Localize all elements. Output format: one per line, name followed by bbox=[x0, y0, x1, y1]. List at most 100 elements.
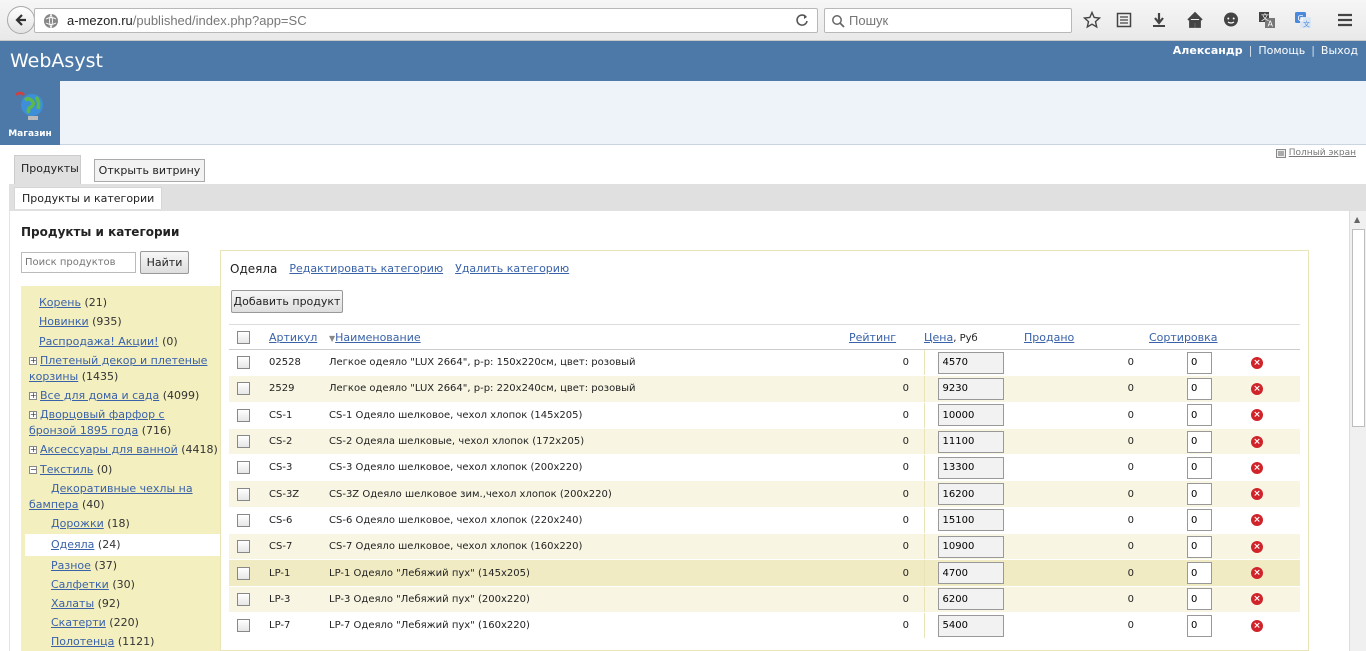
reload-icon[interactable] bbox=[795, 13, 809, 30]
row-checkbox[interactable] bbox=[237, 408, 250, 422]
tree-item-label[interactable]: Дорожки bbox=[51, 517, 104, 530]
row-checkbox[interactable] bbox=[237, 461, 250, 475]
price-input[interactable] bbox=[937, 430, 1004, 453]
url-bar[interactable]: a-mezon.ru/published/index.php?app=SC bbox=[34, 8, 818, 33]
back-button[interactable] bbox=[7, 6, 35, 34]
tree-item[interactable]: Полотенца (1121) bbox=[51, 634, 154, 650]
tree-item[interactable]: + Плетеный декор и плетеные корзины (1435… bbox=[29, 353, 209, 385]
delete-icon[interactable]: × bbox=[1251, 619, 1263, 632]
tree-item[interactable]: Разное (37) bbox=[51, 558, 117, 574]
chat-icon[interactable] bbox=[1221, 10, 1241, 30]
row-checkbox[interactable] bbox=[237, 540, 250, 554]
edit-category-link[interactable]: Редактировать категорию bbox=[289, 262, 443, 276]
download-icon[interactable] bbox=[1149, 10, 1169, 30]
tree-item-label[interactable]: Полотенца bbox=[51, 635, 114, 648]
price-input[interactable] bbox=[937, 456, 1004, 479]
tree-item-label[interactable]: Все для дома и сада bbox=[40, 389, 159, 402]
webasyst-logo[interactable]: WebAsyst bbox=[10, 50, 103, 72]
delete-icon[interactable]: × bbox=[1251, 514, 1263, 527]
sort-order-input[interactable] bbox=[1187, 377, 1212, 400]
tab-products[interactable]: Продукты bbox=[14, 155, 81, 184]
sort-order-input[interactable] bbox=[1187, 535, 1212, 558]
row-checkbox[interactable] bbox=[237, 566, 250, 580]
price-input[interactable] bbox=[937, 614, 1004, 637]
browser-search[interactable] bbox=[824, 8, 1072, 33]
sort-order-input[interactable] bbox=[1187, 509, 1212, 532]
tree-item-label[interactable]: Распродажа! Акции! bbox=[39, 335, 159, 348]
price-input[interactable] bbox=[937, 351, 1004, 374]
collapse-icon[interactable]: − bbox=[29, 466, 37, 474]
delete-icon[interactable]: × bbox=[1251, 382, 1263, 395]
name-column-header[interactable]: Наименование bbox=[335, 331, 420, 344]
select-all-checkbox[interactable] bbox=[237, 330, 250, 344]
delete-icon[interactable]: × bbox=[1251, 540, 1263, 553]
expand-icon[interactable]: + bbox=[29, 357, 37, 365]
price-input[interactable] bbox=[937, 483, 1004, 506]
search-button[interactable]: Найти bbox=[140, 251, 189, 274]
user-name-link[interactable]: Александр bbox=[1173, 44, 1243, 57]
sort-order-input[interactable] bbox=[1187, 430, 1212, 453]
tree-item-label[interactable]: Одеяла bbox=[51, 538, 94, 551]
tree-item-label[interactable]: Скатерти bbox=[51, 616, 106, 629]
delete-category-link[interactable]: Удалить категорию bbox=[455, 262, 569, 276]
tree-item[interactable]: Халаты (92) bbox=[51, 596, 120, 612]
tree-item[interactable]: Новинки (935) bbox=[39, 314, 122, 330]
rating-column-header[interactable]: Рейтинг bbox=[849, 331, 896, 344]
tree-item-label[interactable]: Новинки bbox=[39, 315, 89, 328]
subtab-products-categories[interactable]: Продукты и категории bbox=[14, 187, 163, 209]
row-checkbox[interactable] bbox=[237, 619, 250, 633]
delete-icon[interactable]: × bbox=[1251, 488, 1263, 501]
open-store-button[interactable]: Открыть витрину bbox=[94, 159, 205, 182]
tree-item[interactable]: Скатерти (220) bbox=[51, 615, 139, 631]
sort-order-input[interactable] bbox=[1187, 614, 1212, 637]
sort-order-input[interactable] bbox=[1187, 562, 1212, 585]
browser-search-input[interactable] bbox=[849, 13, 1049, 28]
tree-item[interactable]: Дорожки (18) bbox=[51, 516, 130, 532]
scroll-up-icon[interactable]: ▲ bbox=[1354, 215, 1360, 224]
row-checkbox[interactable] bbox=[237, 487, 250, 501]
price-input[interactable] bbox=[937, 404, 1004, 427]
sort-order-input[interactable] bbox=[1187, 588, 1212, 611]
page-scrollbar[interactable]: ▲ bbox=[1349, 211, 1366, 651]
row-checkbox[interactable] bbox=[237, 592, 250, 606]
tree-item[interactable]: − Текстиль (0) bbox=[29, 462, 112, 478]
scroll-thumb[interactable] bbox=[1352, 229, 1365, 427]
tree-item[interactable]: + Все для дома и сада (4099) bbox=[29, 388, 199, 404]
app-tile-store[interactable]: Магазин bbox=[0, 81, 60, 145]
price-column-header[interactable]: Цена bbox=[924, 331, 953, 344]
star-icon[interactable] bbox=[1082, 10, 1102, 30]
tree-item-label[interactable]: Халаты bbox=[51, 597, 94, 610]
delete-icon[interactable]: × bbox=[1251, 567, 1263, 580]
fullscreen-link[interactable]: Полный экран bbox=[1289, 148, 1356, 158]
product-search-input[interactable] bbox=[21, 252, 136, 273]
sort-column-header[interactable]: Сортировка bbox=[1149, 331, 1218, 344]
expand-icon[interactable]: + bbox=[29, 411, 37, 419]
sort-order-input[interactable] bbox=[1187, 456, 1212, 479]
sort-order-input[interactable] bbox=[1187, 404, 1212, 427]
row-checkbox[interactable] bbox=[237, 435, 250, 449]
price-input[interactable] bbox=[937, 588, 1004, 611]
delete-icon[interactable]: × bbox=[1251, 409, 1263, 422]
price-input[interactable] bbox=[937, 509, 1004, 532]
tree-item-label[interactable]: Текстиль bbox=[40, 463, 93, 476]
row-checkbox[interactable] bbox=[237, 356, 250, 370]
tree-item-label[interactable]: Салфетки bbox=[51, 578, 109, 591]
tree-item-label[interactable]: Корень bbox=[39, 296, 81, 309]
menu-icon[interactable] bbox=[1335, 10, 1355, 30]
sort-order-input[interactable] bbox=[1187, 483, 1212, 506]
tree-item[interactable]: Распродажа! Акции! (0) bbox=[39, 334, 178, 350]
add-product-button[interactable]: Добавить продукт bbox=[231, 290, 343, 313]
tree-item-label[interactable]: Аксессуары для ванной bbox=[40, 443, 178, 456]
delete-icon[interactable]: × bbox=[1251, 435, 1263, 448]
expand-icon[interactable]: + bbox=[29, 392, 37, 400]
price-input[interactable] bbox=[937, 377, 1004, 400]
tree-item[interactable]: Салфетки (30) bbox=[51, 577, 135, 593]
tree-item[interactable]: + Дворцовый фарфор с бронзой 1895 года (7… bbox=[29, 407, 209, 439]
sold-column-header[interactable]: Продано bbox=[1024, 331, 1074, 344]
tree-item-label[interactable]: Декоративные чехлы на бампера bbox=[29, 482, 193, 511]
tree-item-selected[interactable]: Одеяла (24) bbox=[51, 537, 121, 553]
tree-item[interactable]: Корень (21) bbox=[39, 295, 107, 311]
expand-icon[interactable]: + bbox=[29, 446, 37, 454]
reading-list-icon[interactable] bbox=[1114, 10, 1134, 30]
delete-icon[interactable]: × bbox=[1251, 593, 1263, 606]
